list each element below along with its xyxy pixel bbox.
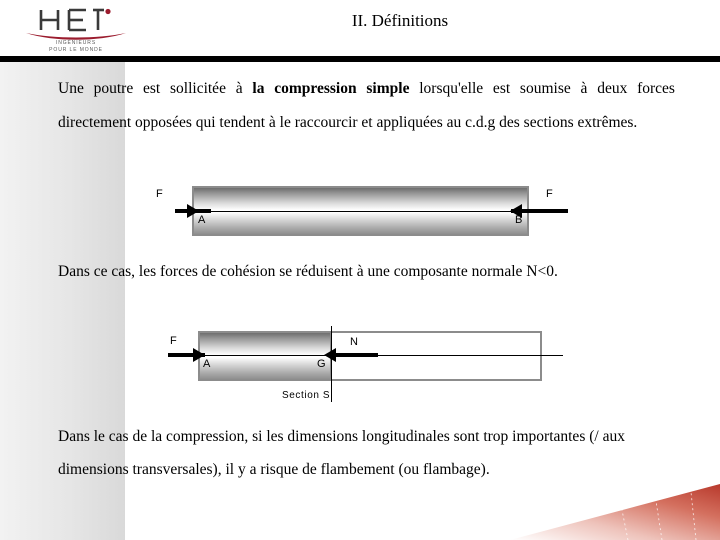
beam-neutral-axis [194, 211, 527, 212]
left-force-label: F [156, 188, 163, 200]
normal-force-arrow-head [324, 348, 336, 362]
definition-emphasis: la compression simple [252, 80, 410, 97]
page-title: II. Définitions [351, 11, 449, 30]
normal-force-arrow-shaft [334, 353, 378, 357]
normal-force-label: N [350, 336, 358, 348]
point-a-label: A [198, 214, 206, 226]
point-a-label: A [203, 358, 211, 370]
logo-tagline: INGÉNIEURS POUR LE MONDE [22, 40, 130, 54]
left-force-label: F [170, 335, 177, 347]
slide: INGÉNIEURS POUR LE MONDE II. Définitions… [0, 0, 720, 540]
beam-axis-line [200, 355, 563, 356]
centroid-g-label: G [317, 358, 326, 370]
definition-text-part1: Une poutre est sollicitée à [58, 80, 253, 97]
hei-wordmark-icon [39, 8, 111, 32]
flambement-paragraph: Dans le cas de la compression, si les di… [58, 428, 625, 478]
right-force-label: F [546, 188, 553, 200]
logo-tagline-line1: INGÉNIEURS [55, 40, 97, 46]
beam-left-half [198, 331, 332, 381]
logo-tagline-line2: POUR LE MONDE [49, 47, 103, 53]
section-caption: Section S [282, 390, 331, 401]
hei-logo: INGÉNIEURS POUR LE MONDE [22, 6, 130, 54]
definition-paragraph: Une poutre est sollicitée à la compressi… [58, 72, 675, 140]
point-b-label: B [515, 214, 523, 226]
section-cut-line [331, 326, 332, 402]
cohesion-paragraph: Dans ce cas, les forces de cohésion se r… [58, 263, 558, 280]
